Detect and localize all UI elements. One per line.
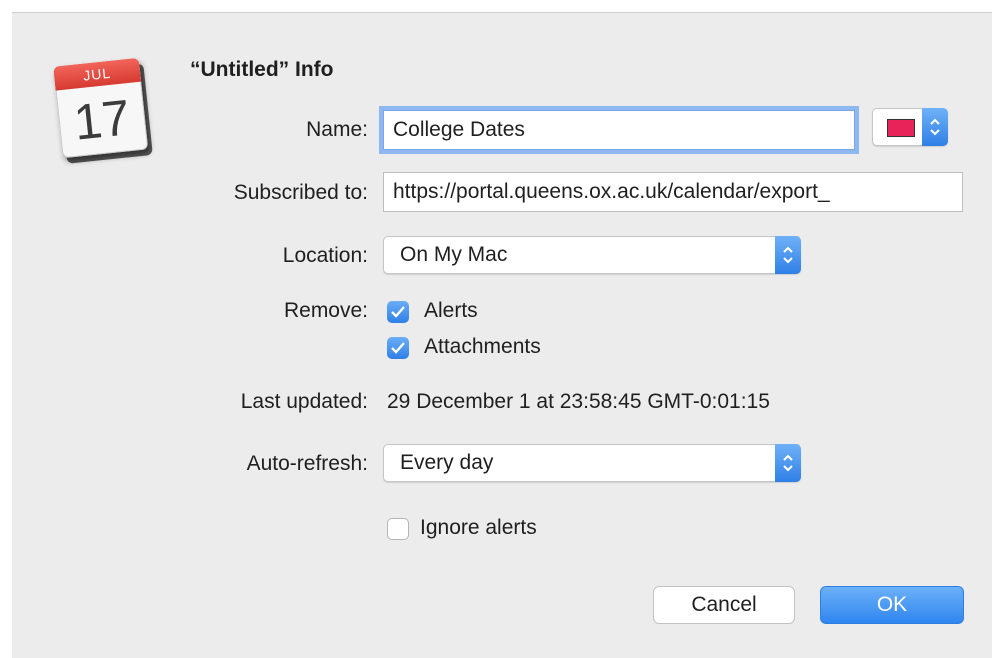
ignore-alerts-checkbox[interactable] <box>387 518 409 540</box>
name-label: Name: <box>306 118 368 141</box>
calendar-icon-page: JUL 17 <box>53 57 149 159</box>
chevron-updown-icon <box>775 444 801 482</box>
alerts-checkbox[interactable] <box>387 301 409 323</box>
ok-button[interactable]: OK <box>820 586 964 624</box>
remove-label: Remove: <box>283 299 368 322</box>
subscribed-url-field[interactable]: https://portal.queens.ox.ac.uk/calendar/… <box>383 172 963 212</box>
color-popup[interactable] <box>872 108 948 146</box>
name-field[interactable]: College Dates <box>383 110 855 150</box>
auto-refresh-popup[interactable]: Every day <box>383 444 801 482</box>
ignore-alerts-label[interactable]: Ignore alerts <box>420 516 537 540</box>
calendar-app-icon: JUL 17 <box>47 53 156 169</box>
location-value: On My Mac <box>400 243 508 266</box>
color-swatch <box>887 119 915 137</box>
auto-refresh-label: Auto-refresh: <box>246 452 368 475</box>
last-updated-value: 29 December 1 at 23:58:45 GMT-0:01:15 <box>387 390 770 413</box>
auto-refresh-value: Every day <box>400 451 494 474</box>
last-updated-label: Last updated: <box>240 390 368 413</box>
location-label: Location: <box>282 244 368 267</box>
alerts-label[interactable]: Alerts <box>424 299 478 323</box>
color-popup-icon <box>922 108 948 146</box>
dialog-title: “Untitled” Info <box>190 58 334 81</box>
subscribed-label: Subscribed to: <box>233 181 368 204</box>
location-popup[interactable]: On My Mac <box>383 236 801 274</box>
attachments-label[interactable]: Attachments <box>424 335 541 359</box>
cancel-button[interactable]: Cancel <box>653 586 795 624</box>
attachments-checkbox[interactable] <box>387 337 409 359</box>
checkmark-icon <box>391 342 405 354</box>
window-top-edge <box>0 0 992 12</box>
checkmark-icon <box>391 306 405 318</box>
chevron-updown-icon <box>775 236 801 274</box>
